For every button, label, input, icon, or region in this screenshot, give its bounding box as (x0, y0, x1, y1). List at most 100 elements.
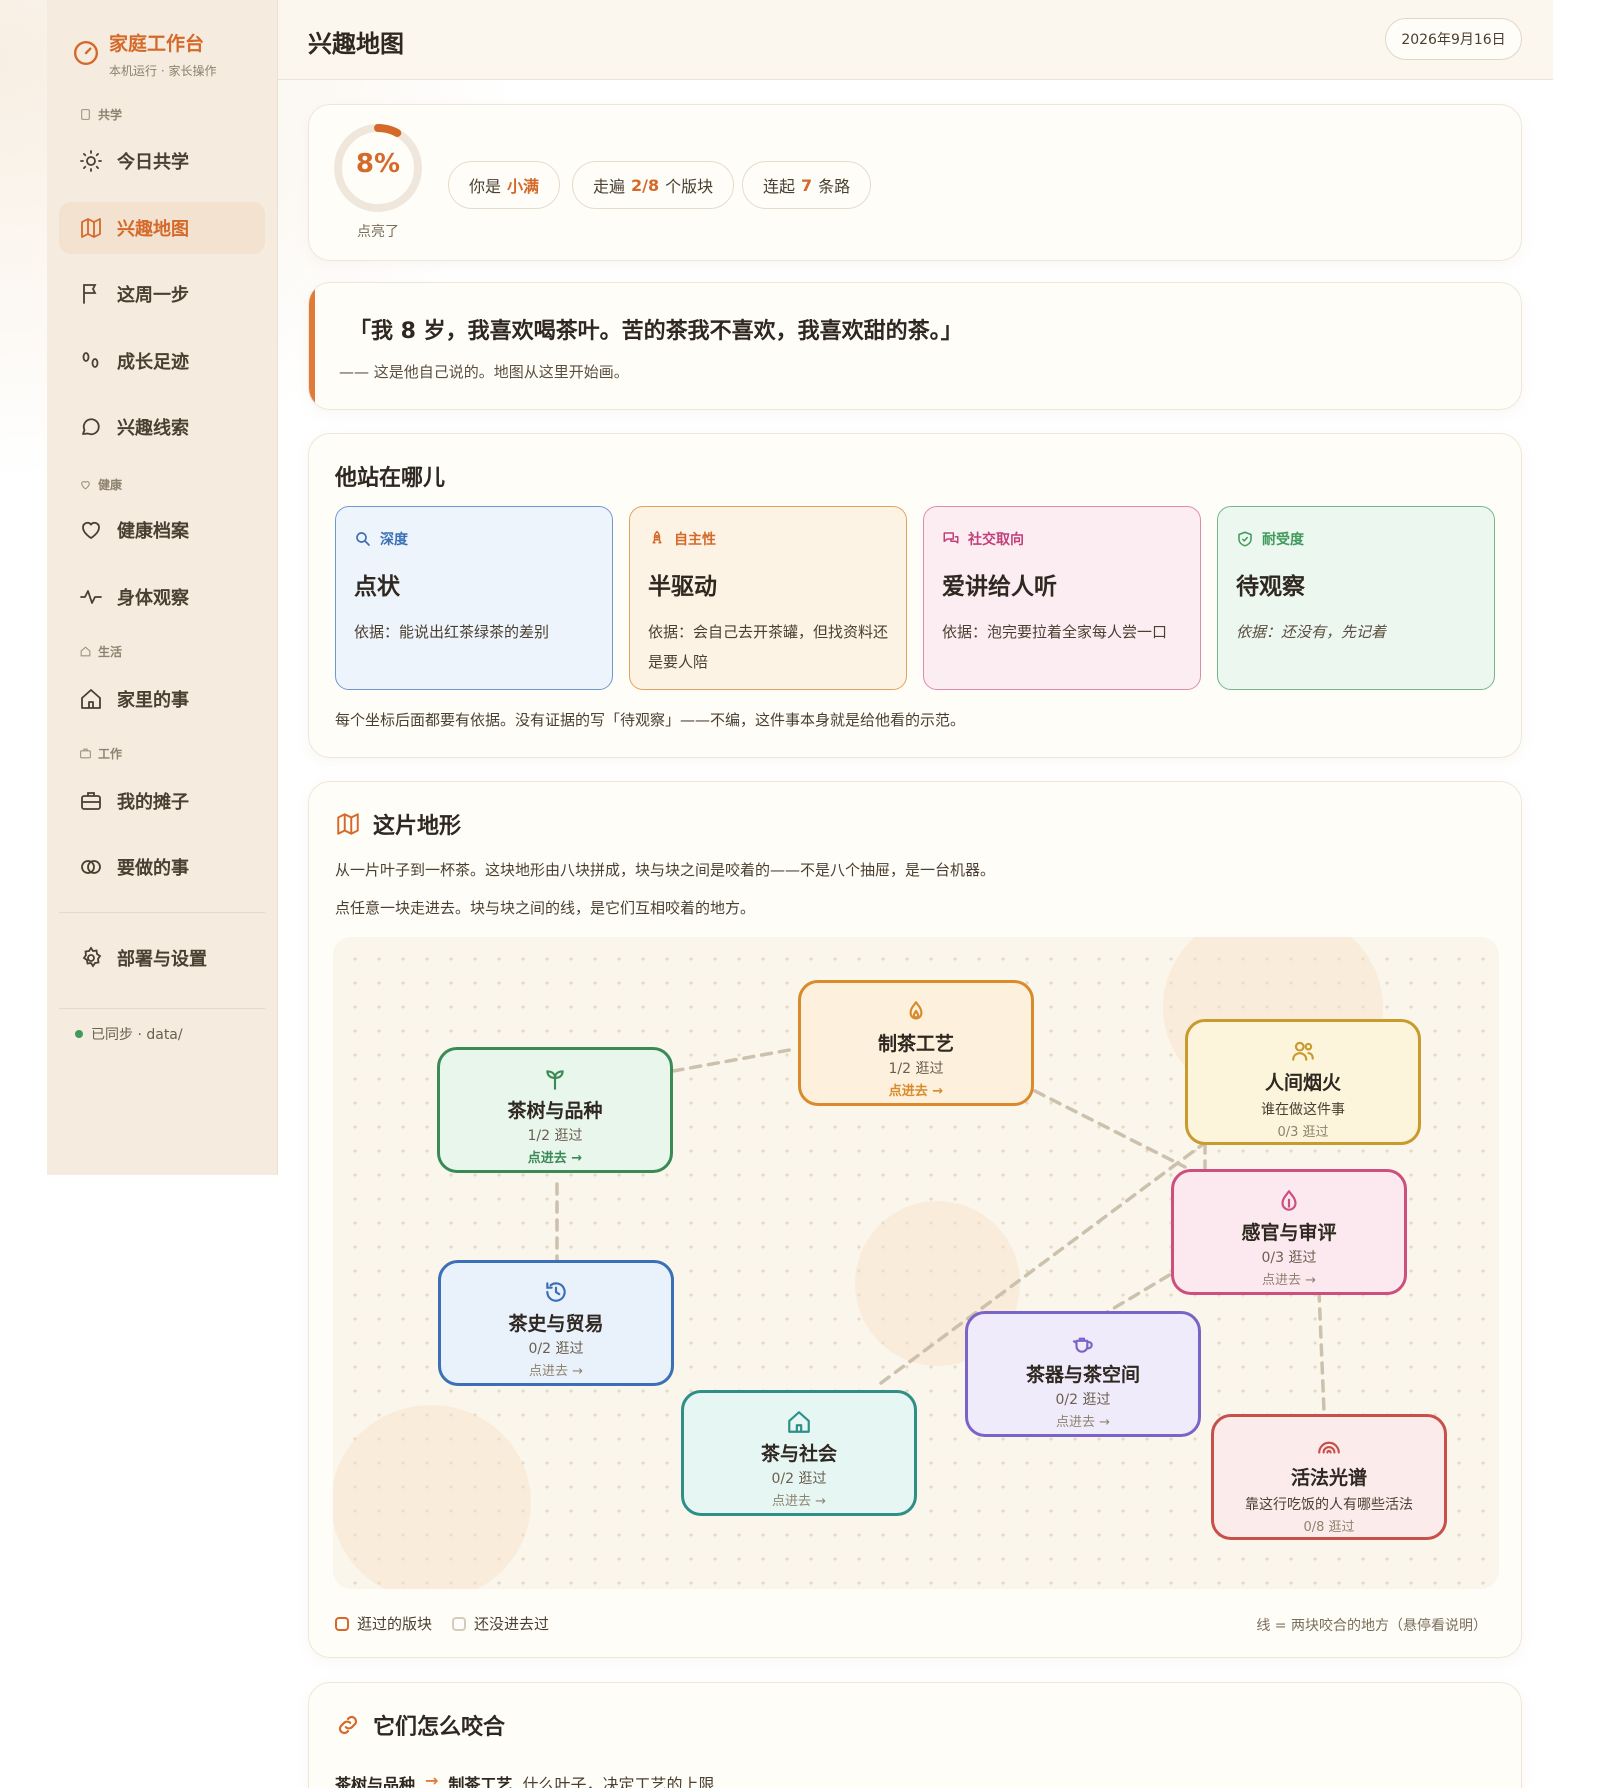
child-name: 小满 (507, 177, 540, 196)
position-title-text: 他站在哪儿 (335, 466, 446, 491)
briefcase-icon (81, 792, 101, 810)
terrain-node-sense[interactable]: 感官与审评 0/3 逛过 点进去 → (1171, 1169, 1407, 1295)
dimension-tag-label: 社交取向 (968, 532, 1024, 548)
node-visited: 0/3 逛过 (1277, 1125, 1329, 1140)
section-life: 生活 (79, 643, 122, 660)
terrain-description: 从一片叶子到一杯茶。这块地形由八块拼成，块与块之间是咬着的——不是八个抽屉，是一… (335, 861, 996, 879)
terrain-node-living[interactable]: 活法光谱 靠这行吃饭的人有哪些活法 0/8 逛过 (1211, 1414, 1447, 1540)
link-craft-sense (1033, 1089, 1187, 1169)
link-sense-living (1317, 1289, 1326, 1413)
top-header: 兴趣地图 2026年9月16日 (278, 0, 1553, 80)
pill-walked-suffix: 个版块 (665, 177, 714, 196)
node-enter-link[interactable]: 点进去 → (441, 1360, 671, 1379)
home-small-icon (80, 646, 91, 657)
sidebar-item-settings[interactable]: 部署与设置 (59, 932, 265, 984)
chat-icon (82, 418, 100, 436)
brand: 家庭工作台 本机运行 · 家长操作 (73, 32, 216, 79)
link-icon (338, 1715, 358, 1735)
sidebar-item-label: 兴趣线索 (117, 418, 189, 439)
node-visited: 1/2 逛过 (527, 1128, 583, 1144)
terrain-instruction: 点任意一块走进去。块与块之间的线，是它们互相咬着的地方。 (335, 899, 756, 917)
house-icon (788, 1411, 810, 1433)
terrain-node-craft[interactable]: 制茶工艺 1/2 逛过 点进去 → (798, 980, 1034, 1106)
node-title: 制茶工艺 (877, 1033, 954, 1055)
quote-accent-bar (309, 283, 315, 409)
sync-dot (75, 1030, 83, 1038)
node-visited: 0/2 逛过 (771, 1471, 827, 1487)
pill-identity-prefix: 你是 (469, 177, 502, 196)
sidebar-item-interest-map[interactable]: 兴趣地图 (59, 202, 265, 254)
sidebar: 家庭工作台 本机运行 · 家长操作 共学 今日共学 兴趣地图 这周一步 成长足迹… (47, 0, 278, 1175)
node-enter-link[interactable]: 点进去 → (440, 1147, 670, 1166)
terrain-node-history[interactable]: 茶史与贸易 0/2 逛过 点进去 → (438, 1260, 674, 1386)
sidebar-item-label: 要做的事 (117, 858, 189, 879)
legend-unvisited: 还没进去过 (452, 1613, 549, 1634)
sidebar-divider (59, 1008, 265, 1009)
chat-bubbles-icon (943, 532, 959, 544)
rainbow-icon (1318, 1441, 1340, 1454)
dimension-tag: 耐受度 (1236, 529, 1476, 549)
progress-card: 8% 点亮了 你是 小满 走遍 2/8 个版块 连起 7 条路 (308, 104, 1522, 261)
footprints-icon (82, 352, 99, 368)
dimension-tag-label: 自主性 (674, 532, 716, 548)
sidebar-item-growth[interactable]: 成长足迹 (59, 335, 265, 387)
terrain-title-text: 这片地形 (373, 814, 462, 839)
dimension-value: 爱讲给人听 (942, 574, 1057, 600)
map-legend: 逛过的版块 还没进去过 (335, 1613, 549, 1634)
sidebar-item-interest-clues[interactable]: 兴趣线索 (59, 401, 265, 453)
sidebar-item-today-learn[interactable]: 今日共学 (59, 135, 265, 187)
sync-text: 已同步 · data/ (91, 1027, 183, 1043)
brand-title: 家庭工作台 (109, 33, 205, 55)
terrain-node-tree[interactable]: 茶树与品种 1/2 逛过 点进去 → (437, 1047, 673, 1173)
dimension-basis: 依据：能说出红茶绿茶的差别 (354, 623, 550, 641)
pill-links: 连起 7 条路 (742, 161, 872, 209)
sidebar-item-week-step[interactable]: 这周一步 (59, 268, 265, 320)
dimension-tag: 社交取向 (942, 529, 1182, 549)
sidebar-divider (59, 912, 265, 913)
terrain-map: 制茶工艺 1/2 逛过 点进去 → 茶树与品种 1/2 逛过 点进去 → 人间烟… (333, 937, 1499, 1589)
bite-to: 制茶工艺 (448, 1775, 513, 1788)
sidebar-item-todo[interactable]: 要做的事 (59, 841, 265, 893)
child-quote: 「我 8 岁，我喜欢喝茶叶。苦的茶我不喜欢，我喜欢甜的茶。」 (349, 319, 963, 344)
shield-icon (1238, 531, 1252, 547)
node-visited: 0/8 逛过 (1303, 1520, 1355, 1535)
node-enter-link[interactable]: 点进去 → (801, 1080, 1031, 1099)
search-icon (356, 532, 370, 546)
dimension-social: 社交取向 爱讲给人听 依据：泡完要拉着全家每人尝一口 (923, 506, 1201, 690)
sidebar-item-my-stall[interactable]: 我的摊子 (59, 775, 265, 827)
bite-from: 茶树与品种 (335, 1775, 416, 1788)
node-enter-link[interactable]: 点进去 → (684, 1490, 914, 1509)
node-title: 茶与社会 (760, 1443, 837, 1465)
node-enter-link[interactable]: 点进去 → (968, 1411, 1198, 1430)
pill-links-suffix: 条路 (818, 177, 851, 196)
node-enter-link[interactable]: 点进去 → (1174, 1269, 1404, 1288)
terrain-node-society[interactable]: 茶与社会 0/2 逛过 点进去 → (681, 1390, 917, 1516)
sidebar-item-label: 健康档案 (117, 521, 189, 542)
terrain-node-ware[interactable]: 茶器与茶空间 0/2 逛过 点进去 → (965, 1311, 1201, 1437)
terrain-node-people[interactable]: 人间烟火 谁在做这件事 0/3 逛过 (1185, 1019, 1421, 1145)
terrain-card: 这片地形 从一片叶子到一杯茶。这块地形由八块拼成，块与块之间是咬着的——不是八个… (308, 781, 1522, 1658)
pill-walked-prefix: 走遍 (593, 177, 626, 196)
node-title: 茶史与贸易 (508, 1313, 604, 1335)
dimension-tolerance: 耐受度 待观察 依据：还没有，先记着 (1217, 506, 1495, 690)
map-icon (337, 813, 359, 835)
dimension-basis: 依据：会自己去开茶罐，但找资料还是要人陪 (648, 623, 889, 671)
sidebar-item-health-file[interactable]: 健康档案 (59, 504, 265, 556)
node-title: 人间烟火 (1264, 1072, 1341, 1094)
bite-desc: 什么叶子，决定工艺的上限 (522, 1775, 715, 1788)
sidebar-item-label: 身体观察 (117, 588, 189, 609)
node-visited: 1/2 逛过 (888, 1061, 944, 1077)
section-work: 工作 (79, 745, 122, 762)
pill-links-prefix: 连起 (763, 177, 796, 196)
map-icon (81, 218, 101, 238)
sidebar-item-home-affairs[interactable]: 家里的事 (59, 673, 265, 725)
sidebar-item-body-observe[interactable]: 身体观察 (59, 571, 265, 623)
dimension-basis: 依据：泡完要拉着全家每人尝一口 (942, 623, 1168, 641)
sun-icon (80, 150, 102, 172)
gear-icon (82, 946, 102, 968)
dimension-tag-label: 深度 (380, 532, 408, 548)
legend-note: 线 = 两块咬合的地方（悬停看说明） (1256, 1618, 1487, 1634)
dimension-tag: 深度 (354, 529, 594, 549)
dimension-value: 半驱动 (648, 574, 717, 600)
heart-icon (82, 521, 100, 540)
